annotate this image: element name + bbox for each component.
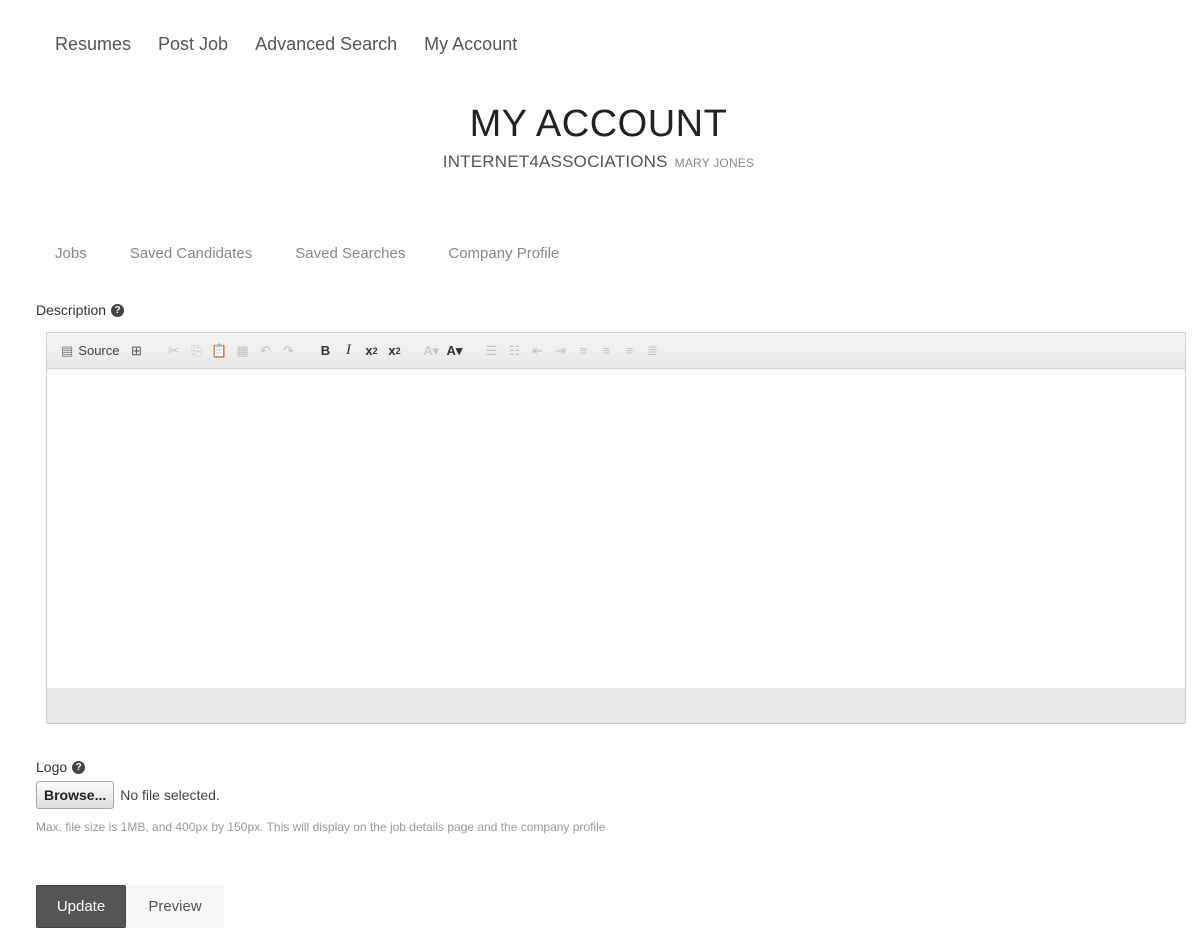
paste-text-icon[interactable]: ▦	[233, 340, 253, 362]
copy-icon[interactable]: ⎘	[187, 340, 207, 362]
undo-icon[interactable]: ↶	[256, 340, 276, 362]
toolbar-group-clipboard: ✂ ⎘ 📋 ▦ ↶ ↷	[164, 340, 302, 362]
source-icon: ▤	[61, 342, 74, 358]
update-button[interactable]: Update	[36, 885, 126, 928]
page-title: MY ACCOUNT	[469, 103, 728, 145]
toolbar-group-basicstyles: B I x2 x2	[316, 340, 408, 362]
tab-saved-candidates[interactable]: Saved Candidates	[130, 245, 253, 262]
logo-label-text: Logo	[36, 759, 68, 775]
description-label-text: Description	[36, 302, 107, 318]
toolbar-group-document: ▤ Source ⊞	[57, 340, 150, 362]
editor-content-area[interactable]	[47, 370, 1185, 689]
company-name: INTERNET4ASSOCIATIONS	[442, 152, 668, 171]
logo-file-input: Browse... No file selected.	[36, 781, 220, 809]
bulleted-list-icon[interactable]: ☷	[505, 340, 525, 362]
nav-my-account[interactable]: My Account	[424, 34, 517, 55]
align-center-icon[interactable]: ≡	[597, 340, 617, 362]
question-circle-icon[interactable]: ?	[72, 760, 86, 774]
form-actions: Update Preview	[36, 885, 224, 928]
align-right-icon[interactable]: ≡	[620, 340, 640, 362]
user-name: MARY JONES	[674, 156, 755, 170]
source-button[interactable]: ▤ Source	[57, 340, 124, 362]
question-circle-icon[interactable]: ?	[111, 303, 125, 317]
nav-post-job[interactable]: Post Job	[158, 34, 228, 55]
description-editor: ▤ Source ⊞ ✂ ⎘ 📋 ▦ ↶ ↷ B I x2 x2 A▾ A▾ ☰…	[46, 332, 1186, 724]
tab-saved-searches[interactable]: Saved Searches	[295, 245, 405, 262]
text-color-icon[interactable]: A▾	[422, 340, 442, 362]
account-subtitle: INTERNET4ASSOCIATIONS MARY JONES	[0, 152, 1197, 172]
background-color-icon[interactable]: A▾	[445, 340, 465, 362]
subscript-icon[interactable]: x2	[362, 340, 382, 362]
page-header: MY ACCOUNT INTERNET4ASSOCIATIONS MARY JO…	[0, 100, 1197, 172]
browse-button[interactable]: Browse...	[36, 781, 115, 809]
italic-icon[interactable]: I	[339, 340, 359, 362]
description-label: Description ?	[36, 302, 125, 318]
superscript-icon[interactable]: x2	[385, 340, 405, 362]
logo-help-text: Max. file size is 1MB, and 400px by 150p…	[36, 820, 606, 834]
tab-jobs[interactable]: Jobs	[55, 245, 87, 262]
indent-icon[interactable]: ⇥	[551, 340, 571, 362]
justify-icon[interactable]: ≣	[643, 340, 663, 362]
file-status: No file selected.	[120, 787, 220, 803]
tab-company-profile[interactable]: Company Profile	[448, 245, 559, 262]
paste-icon[interactable]: 📋	[210, 340, 230, 362]
editor-toolbar: ▤ Source ⊞ ✂ ⎘ 📋 ▦ ↶ ↷ B I x2 x2 A▾ A▾ ☰…	[47, 333, 1185, 369]
top-nav: Resumes Post Job Advanced Search My Acco…	[55, 34, 544, 55]
account-tabs: Jobs Saved Candidates Saved Searches Com…	[55, 245, 602, 262]
editor-status-bar	[47, 688, 1185, 723]
cut-icon[interactable]: ✂	[164, 340, 184, 362]
nav-advanced-search[interactable]: Advanced Search	[255, 34, 397, 55]
toolbar-group-colors: A▾ A▾	[422, 340, 468, 362]
nav-resumes[interactable]: Resumes	[55, 34, 131, 55]
bold-icon[interactable]: B	[316, 340, 336, 362]
outdent-icon[interactable]: ⇤	[528, 340, 548, 362]
redo-icon[interactable]: ↷	[279, 340, 299, 362]
page: Resumes Post Job Advanced Search My Acco…	[0, 0, 1197, 945]
templates-icon[interactable]: ⊞	[127, 340, 147, 362]
numbered-list-icon[interactable]: ☰	[482, 340, 502, 362]
logo-label: Logo ?	[36, 759, 86, 775]
source-label: Source	[78, 343, 120, 358]
align-left-icon[interactable]: ≡	[574, 340, 594, 362]
toolbar-group-paragraph: ☰ ☷ ⇤ ⇥ ≡ ≡ ≡ ≣	[482, 340, 666, 362]
preview-button[interactable]: Preview	[126, 885, 224, 928]
